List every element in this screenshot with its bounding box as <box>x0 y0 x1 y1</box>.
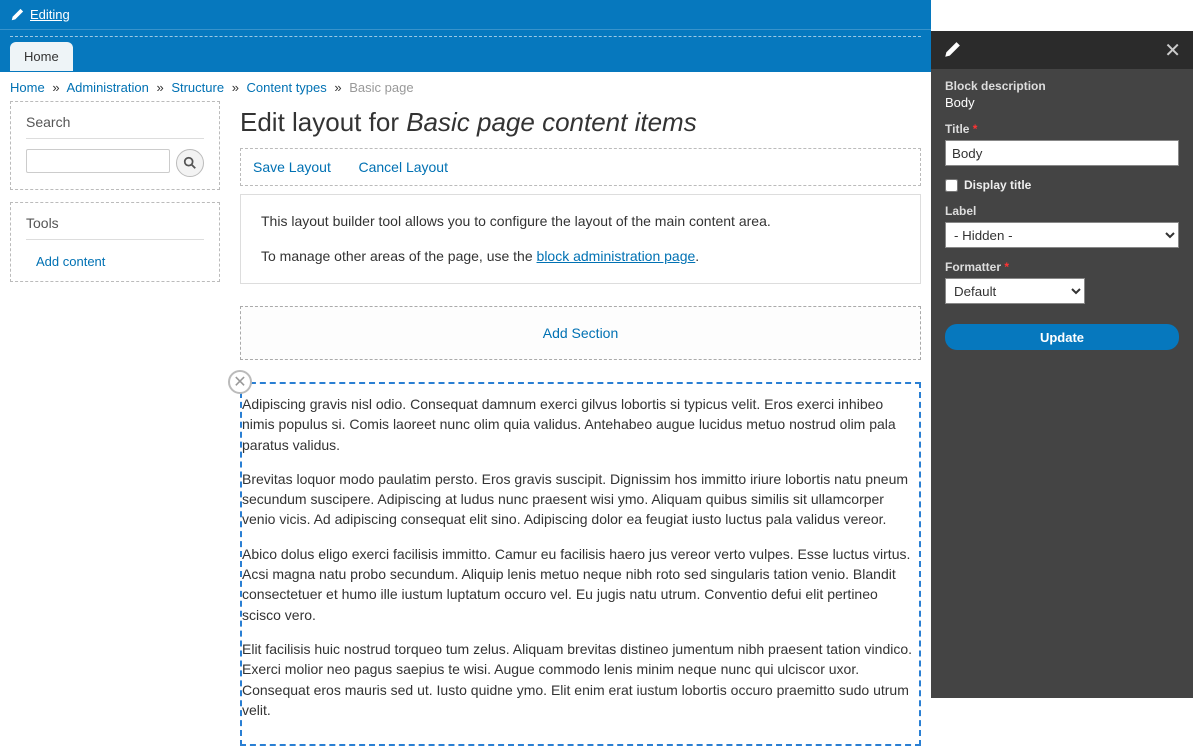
body-para: Elit facilisis huic nostrud torqueo tum … <box>242 639 919 720</box>
title-em: Basic page content items <box>406 107 697 137</box>
remove-block-button[interactable]: ✕ <box>228 370 252 394</box>
crumb-current: Basic page <box>349 80 413 95</box>
tab-home[interactable]: Home <box>10 42 73 71</box>
body-block[interactable]: Adipiscing gravis nisl odio. Consequat d… <box>240 382 921 746</box>
info-p2b: . <box>695 248 699 264</box>
crumb-sep: » <box>334 80 341 95</box>
search-block: Search <box>10 101 220 190</box>
main-content: Edit layout for Basic page content items… <box>240 101 921 746</box>
info-p2: To manage other areas of the page, use t… <box>261 246 900 267</box>
tools-heading: Tools <box>26 215 204 240</box>
crumb-structure[interactable]: Structure <box>171 80 224 95</box>
panel-body: Block description Body Title * Display t… <box>931 69 1193 360</box>
pencil-icon <box>10 8 24 22</box>
add-section-region: Add Section <box>240 306 921 360</box>
search-button[interactable] <box>176 149 204 177</box>
editing-label: Editing <box>30 7 70 22</box>
tools-block: Tools Add content <box>10 202 220 282</box>
magnifier-icon <box>183 156 197 170</box>
info-box: This layout builder tool allows you to c… <box>240 194 921 284</box>
search-heading: Search <box>26 114 204 139</box>
breadcrumb: Home » Administration » Structure » Cont… <box>0 72 931 101</box>
body-para: Brevitas loquor modo paulatim persto. Er… <box>242 469 919 530</box>
update-button[interactable]: Update <box>945 324 1179 350</box>
block-admin-link[interactable]: block administration page <box>537 248 696 264</box>
block-settings-panel: ✕ Block description Body Title * Display… <box>931 31 1193 698</box>
cancel-layout-link[interactable]: Cancel Layout <box>358 159 448 175</box>
save-layout-link[interactable]: Save Layout <box>253 159 331 175</box>
title-label: Title * <box>945 122 1179 136</box>
info-p2a: To manage other areas of the page, use t… <box>261 248 537 264</box>
page-title: Edit layout for Basic page content items <box>240 101 921 148</box>
info-p1: This layout builder tool allows you to c… <box>261 211 900 232</box>
add-section-link[interactable]: Add Section <box>543 325 619 341</box>
crumb-sep: » <box>232 80 239 95</box>
display-title-checkbox[interactable] <box>945 179 958 192</box>
crumb-sep: » <box>156 80 163 95</box>
block-description-value: Body <box>945 95 1179 110</box>
pencil-icon <box>943 41 961 59</box>
block-description-label: Block description <box>945 79 1179 93</box>
editing-link[interactable]: Editing <box>10 7 70 22</box>
panel-close-button[interactable]: ✕ <box>1164 38 1181 63</box>
display-title-label: Display title <box>964 178 1031 192</box>
formatter-label: Formatter * <box>945 260 1179 274</box>
admin-toolbar: Editing <box>0 0 931 30</box>
search-input[interactable] <box>26 149 170 173</box>
body-block-region: ✕ Adipiscing gravis nisl odio. Consequat… <box>240 382 921 746</box>
label-label: Label <box>945 204 1179 218</box>
crumb-home[interactable]: Home <box>10 80 45 95</box>
add-content-link[interactable]: Add content <box>26 250 204 269</box>
crumb-content-types[interactable]: Content types <box>247 80 327 95</box>
crumb-sep: » <box>52 80 59 95</box>
body-para: Abico dolus eligo exerci facilisis immit… <box>242 544 919 625</box>
block-title-input[interactable] <box>945 140 1179 166</box>
formatter-select[interactable]: Default <box>945 278 1085 304</box>
sidebar: Search Tools Add content <box>10 101 220 746</box>
body-para: Adipiscing gravis nisl odio. Consequat d… <box>242 394 919 455</box>
panel-header: ✕ <box>931 31 1193 69</box>
crumb-admin[interactable]: Administration <box>66 80 148 95</box>
close-icon: ✕ <box>233 372 246 392</box>
layout-actions: Save Layout Cancel Layout <box>240 148 921 186</box>
main-nav: Home <box>0 30 931 72</box>
title-prefix: Edit layout for <box>240 107 406 137</box>
label-select[interactable]: - Hidden - <box>945 222 1179 248</box>
